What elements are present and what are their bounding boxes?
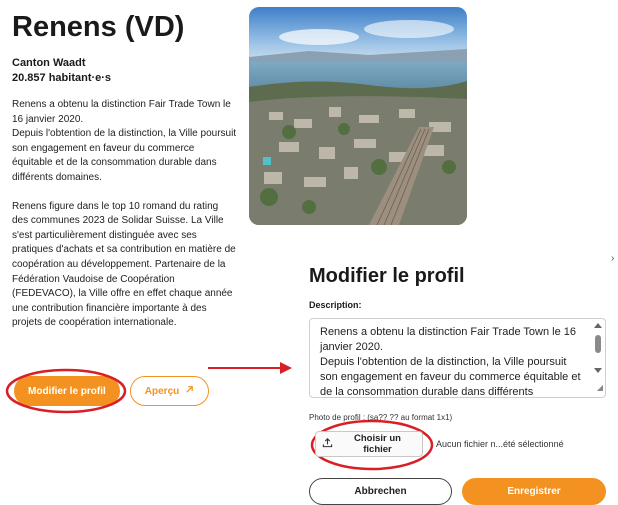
page-title: Renens (VD) [12,11,185,43]
choose-file-label: Choisir un fichier [354,433,401,455]
scroll-down-icon[interactable] [594,368,602,373]
city-photo [249,7,467,225]
choose-file-button[interactable]: Choisir un fichier [315,431,423,457]
arrow-up-right-icon [185,385,194,397]
scroll-up-icon[interactable] [594,323,602,328]
photo-label: Photo de profil : (sa?? ?? au format 1x1… [309,413,453,422]
upload-icon [322,437,333,451]
resize-grip-icon[interactable]: ◢ [597,380,603,395]
population-label: 20.857 habitant·e·s [12,72,112,84]
cancel-button[interactable]: Abbrechen [309,478,452,505]
description-textarea[interactable]: Renens a obtenu la distinction Fair Trad… [309,318,606,398]
scroll-thumb[interactable] [595,335,601,353]
file-status-text: Aucun fichier n...été sélectionné [436,439,564,449]
preview-label: Aperçu [144,385,180,397]
profile-actions: Modifier le profil Aperçu [14,376,210,406]
profile-info: Renens (VD) Canton Waadt 20.857 habitant… [12,10,237,331]
profile-paragraph-1: Renens a obtenu la distinction Fair Trad… [12,99,237,183]
aerial-city-image [249,7,467,225]
edit-profile-button[interactable]: Modifier le profil [14,376,120,406]
annotation-arrow-head [280,362,292,374]
description-text: Renens a obtenu la distinction Fair Trad… [320,326,581,398]
preview-button[interactable]: Aperçu [129,376,210,406]
canton-label: Canton Waadt [12,57,86,69]
edit-profile-modal: Modifier le profil Description: Renens a… [300,258,610,505]
profile-paragraph-2: Renens figure dans le top 10 romand du r… [12,200,236,329]
chevron-right-icon[interactable]: › [611,253,614,264]
save-button[interactable]: Enregistrer [462,478,606,505]
description-label: Description: [309,300,362,310]
modal-title: Modifier le profil [309,265,465,287]
